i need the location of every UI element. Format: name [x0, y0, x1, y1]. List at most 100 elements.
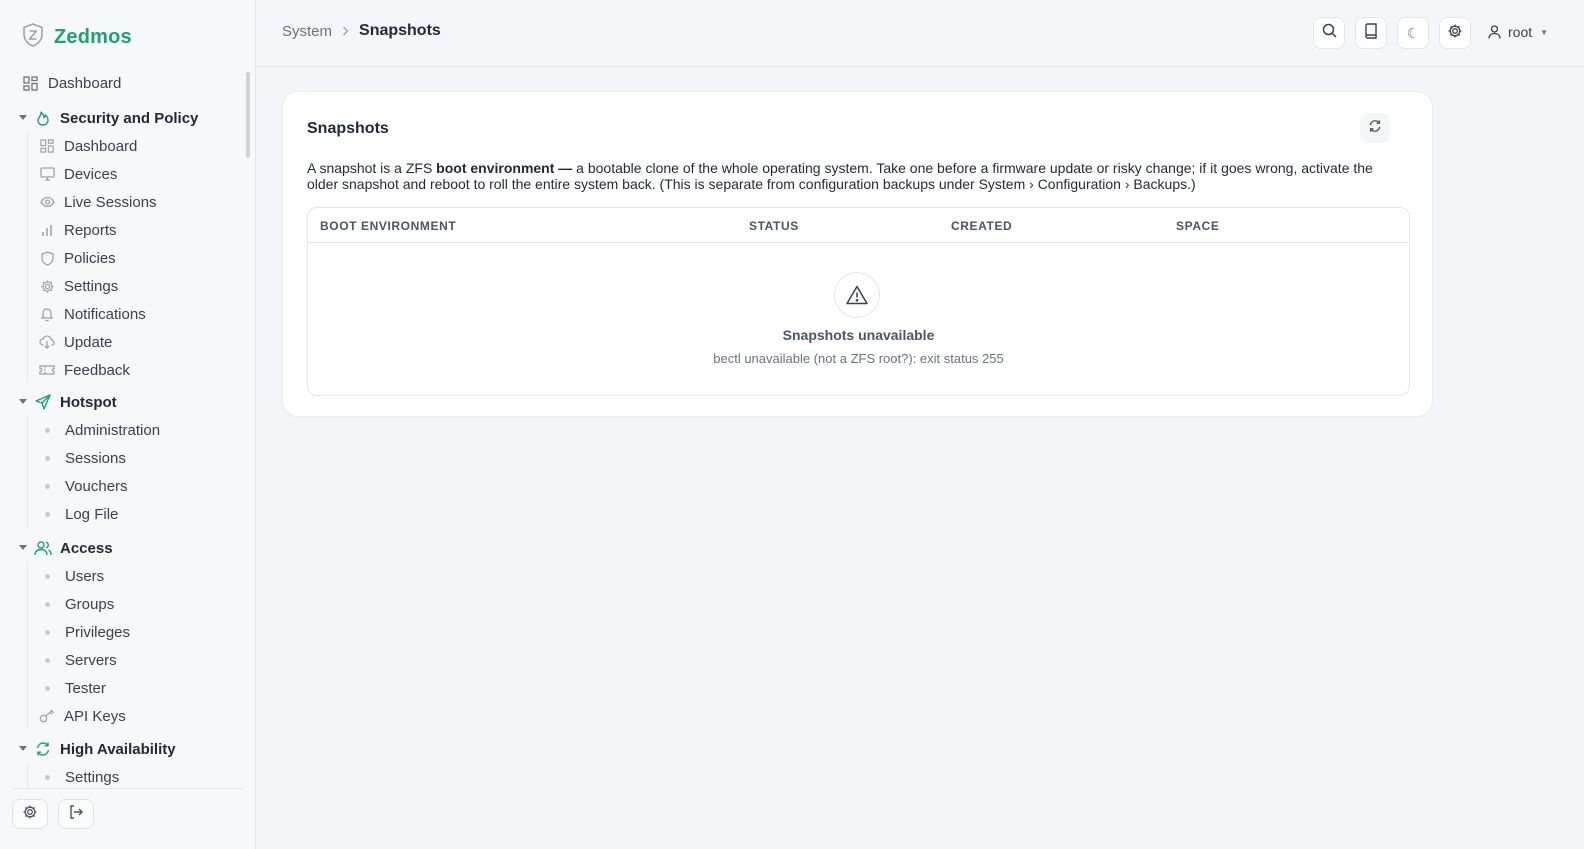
caret-down-icon	[18, 543, 28, 553]
sidebar-section-security[interactable]: Security and Policy	[18, 106, 198, 130]
user-name: root	[1508, 24, 1533, 40]
sidebar-item-label: Tester	[65, 679, 106, 697]
ticket-icon	[39, 362, 55, 378]
breadcrumb: System Snapshots	[282, 22, 441, 40]
sidebar-item-label: Notifications	[64, 305, 146, 323]
bullet-dot	[45, 427, 50, 433]
sidebar-item-update[interactable]: Update	[39, 330, 112, 354]
bullet-dot	[45, 483, 50, 489]
column-header-created[interactable]: CREATED	[951, 219, 1012, 233]
sidebar-item-log-file[interactable]: Log File	[39, 502, 118, 526]
sidebar-item-label: Live Sessions	[64, 193, 157, 211]
sidebar-item-sessions[interactable]: Sessions	[39, 446, 126, 470]
sidebar-item-label: Administration	[65, 421, 161, 439]
tree-line	[27, 562, 28, 728]
sidebar-item-dashboard[interactable]: Dashboard	[22, 71, 121, 95]
empty-state-title: Snapshots unavailable	[782, 327, 935, 343]
sidebar-item-sp-dashboard[interactable]: Dashboard	[39, 134, 137, 158]
search-icon	[1322, 23, 1337, 43]
grid-icon	[22, 75, 38, 91]
sidebar-item-policies[interactable]: Policies	[39, 246, 116, 270]
send-icon	[34, 393, 52, 411]
breadcrumb-parent[interactable]: System	[282, 23, 332, 40]
gear-icon	[22, 804, 38, 825]
sidebar-section-high-availability[interactable]: High Availability	[18, 737, 176, 761]
logout-button[interactable]	[58, 799, 94, 829]
bar-chart-icon	[39, 222, 55, 238]
bullet-dot	[45, 455, 50, 461]
column-header-space[interactable]: SPACE	[1176, 219, 1219, 233]
docs-button[interactable]	[1355, 17, 1387, 49]
sidebar-item-api-keys[interactable]: API Keys	[39, 704, 126, 728]
monitor-icon	[39, 166, 55, 182]
empty-state-message: bectl unavailable (not a ZFS root?): exi…	[713, 351, 1004, 366]
shield-icon	[39, 250, 55, 266]
sidebar-item-privileges[interactable]: Privileges	[39, 620, 130, 644]
sidebar-item-label: Settings	[65, 768, 120, 786]
sidebar-item-label: Groups	[65, 595, 115, 613]
sidebar-item-label: Vouchers	[65, 477, 128, 495]
book-icon	[1364, 22, 1378, 44]
users-icon	[34, 539, 52, 557]
sidebar-item-label: Servers	[65, 651, 117, 669]
sidebar-item-notifications[interactable]: Notifications	[39, 302, 146, 326]
preferences-button[interactable]	[1439, 17, 1471, 49]
sidebar-item-label: Log File	[65, 505, 119, 523]
sidebar-item-label: Dashboard	[64, 137, 138, 155]
sidebar-item-label: Users	[65, 567, 105, 585]
moon-icon: ☾	[1406, 24, 1420, 41]
sidebar-footer	[12, 788, 244, 849]
sidebar-item-live-sessions[interactable]: Live Sessions	[39, 190, 157, 214]
sidebar-item-label: Settings	[64, 277, 119, 295]
sidebar-item-label: Sessions	[65, 449, 126, 467]
settings-button[interactable]	[12, 799, 48, 829]
sidebar-section-label: High Availability	[60, 740, 176, 758]
column-header-status[interactable]: STATUS	[749, 219, 799, 233]
caret-down-icon	[18, 397, 28, 407]
sidebar-item-vouchers[interactable]: Vouchers	[39, 474, 128, 498]
sidebar-item-label: Reports	[64, 221, 117, 239]
theme-toggle-button[interactable]: ☾	[1397, 17, 1429, 49]
table-header: BOOT ENVIRONMENT STATUS CREATED SPACE	[308, 208, 1409, 243]
description: A snapshot is a ZFS boot environment — a…	[307, 160, 1407, 192]
sidebar-item-ha-settings[interactable]: Settings	[39, 765, 119, 789]
refresh-icon	[1368, 119, 1382, 138]
sidebar-section-hotspot[interactable]: Hotspot	[18, 390, 117, 414]
sidebar-item-reports[interactable]: Reports	[39, 218, 117, 242]
sidebar-item-label: Update	[64, 333, 113, 351]
sidebar-item-label: API Keys	[64, 707, 126, 725]
refresh-button[interactable]	[1360, 113, 1390, 143]
bullet-dot	[45, 511, 50, 517]
brand[interactable]: Zedmos	[22, 22, 132, 50]
flame-icon	[34, 109, 52, 127]
caret-down-icon: ▼	[1540, 27, 1549, 37]
bullet-dot	[45, 685, 50, 691]
sidebar-item-label: Policies	[64, 249, 116, 267]
chevron-right-icon	[342, 26, 349, 36]
sidebar-item-tester[interactable]: Tester	[39, 676, 106, 700]
bullet-dot	[45, 774, 50, 780]
gear-icon	[39, 278, 55, 294]
sidebar-item-label: Feedback	[64, 361, 130, 379]
bullet-dot	[45, 601, 50, 607]
user-menu[interactable]: root ▼	[1488, 24, 1548, 40]
top-header: System Snapshots ☾ root ▼	[256, 0, 1584, 67]
sidebar: Zedmos Dashboard Security and Policy Das…	[0, 0, 256, 849]
sidebar-section-access[interactable]: Access	[18, 536, 113, 560]
description-text: A snapshot is a ZFS	[307, 160, 437, 176]
sidebar-item-servers[interactable]: Servers	[39, 648, 117, 672]
sidebar-item-groups[interactable]: Groups	[39, 592, 114, 616]
sidebar-item-administration[interactable]: Administration	[39, 418, 160, 442]
column-header-boot-environment[interactable]: BOOT ENVIRONMENT	[320, 219, 456, 233]
bullet-dot	[45, 657, 50, 663]
sidebar-item-settings[interactable]: Settings	[39, 274, 118, 298]
sidebar-item-devices[interactable]: Devices	[39, 162, 117, 186]
sidebar-section-label: Hotspot	[60, 393, 117, 411]
sidebar-item-feedback[interactable]: Feedback	[39, 358, 130, 382]
sidebar-scrollbar[interactable]	[246, 72, 250, 158]
sidebar-item-users[interactable]: Users	[39, 564, 104, 588]
search-button[interactable]	[1313, 17, 1345, 49]
sidebar-nav: Dashboard Security and Policy Dashboard …	[0, 70, 250, 790]
grid-icon	[39, 138, 55, 154]
caret-down-icon	[18, 113, 28, 123]
